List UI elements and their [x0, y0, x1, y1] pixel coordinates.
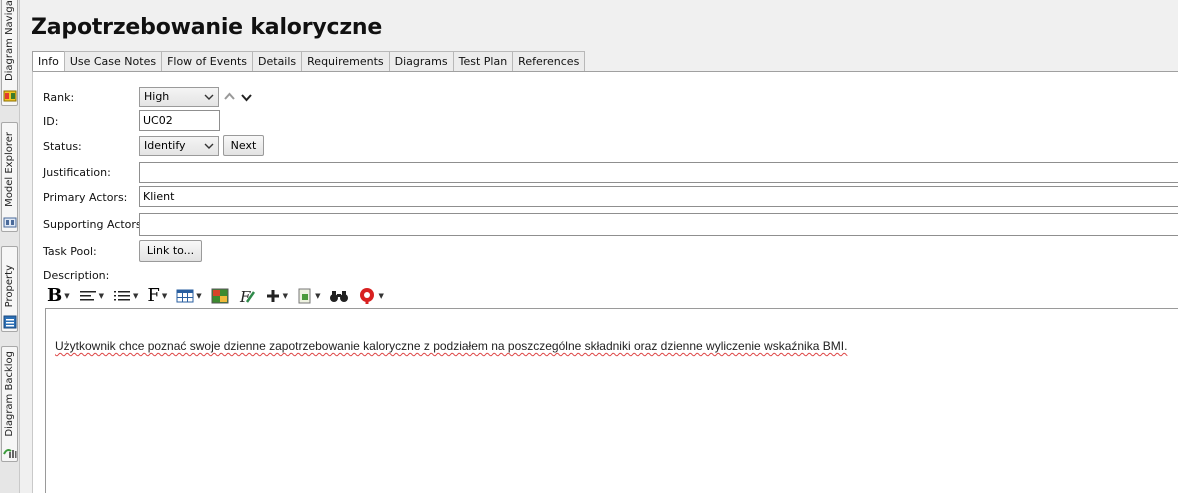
bold-button[interactable]: B ▼	[47, 285, 70, 307]
description-label: Description:	[43, 269, 110, 282]
tab-references[interactable]: References	[512, 51, 586, 71]
svg-text:F: F	[239, 288, 251, 304]
dock-tab-label: Property	[4, 264, 15, 307]
dock-tab-diagram-backlog[interactable]: Diagram Backlog	[1, 346, 18, 462]
page-title: Zapotrzebowanie kaloryczne	[31, 15, 383, 40]
spellcheck-button[interactable]: ▼	[358, 285, 384, 307]
supporting-actors-label: Supporting Actors:	[43, 218, 146, 231]
tab-details[interactable]: Details	[252, 51, 303, 71]
dock-tab-model-explorer[interactable]: Model Explorer	[1, 122, 18, 232]
primary-actors-label: Primary Actors:	[43, 191, 128, 204]
task-pool-label: Task Pool:	[43, 245, 97, 258]
property-icon	[3, 315, 17, 329]
justification-field[interactable]	[139, 162, 1178, 183]
dock-tab-property[interactable]: Property	[1, 246, 18, 332]
tab-flow-of-events[interactable]: Flow of Events	[161, 51, 254, 71]
info-panel: Rank: High ID: UC02 Status: Identify Nex…	[32, 71, 1178, 493]
chevron-down-icon	[204, 143, 214, 149]
align-icon	[79, 291, 96, 301]
tab-use-case-notes[interactable]: Use Case Notes	[63, 51, 163, 71]
rank-value: High	[144, 90, 170, 103]
dock-tab-label: Model Explorer	[4, 132, 15, 207]
image-button[interactable]	[211, 285, 229, 307]
format-painter-icon: F	[239, 288, 255, 304]
tab-requirements[interactable]: Requirements	[301, 51, 390, 71]
attach-icon	[298, 288, 311, 304]
next-button[interactable]: Next	[223, 135, 264, 156]
rank-up-icon[interactable]	[224, 92, 235, 101]
insert-button[interactable]: ▼	[265, 285, 288, 307]
supporting-actors-field[interactable]	[139, 213, 1178, 236]
dock-tab-label: Diagram Navigator	[4, 0, 15, 81]
status-label: Status:	[43, 140, 82, 153]
diagram-navigator-icon	[3, 90, 17, 102]
justification-label: Justification:	[43, 166, 111, 179]
description-text: Użytkownik chce poznać swoje dzienne zap…	[55, 339, 848, 353]
tab-test-plan[interactable]: Test Plan	[452, 51, 514, 71]
chevron-down-icon	[204, 94, 214, 100]
rank-label: Rank:	[43, 91, 75, 104]
tab-info[interactable]: Info	[32, 51, 65, 72]
model-explorer-icon	[3, 217, 17, 228]
list-button[interactable]: ▼	[113, 285, 138, 307]
description-editor[interactable]: Użytkownik chce poznać swoje dzienne zap…	[45, 308, 1178, 493]
status-select[interactable]: Identify	[139, 136, 219, 156]
bold-icon: B	[47, 285, 63, 306]
side-dock: Diagram Navigator Model Explorer Propert…	[0, 0, 20, 493]
find-button[interactable]	[329, 285, 349, 307]
editor-toolbar: B ▼ ▼ ▼ F ▼ ▼ F ▼ ▼ ▼	[47, 285, 393, 307]
spellcheck-icon	[360, 288, 375, 304]
id-field[interactable]: UC02	[139, 110, 220, 131]
tab-bar: Info Use Case Notes Flow of Events Detai…	[32, 51, 586, 72]
format-painter-button[interactable]: F	[238, 285, 256, 307]
align-button[interactable]: ▼	[79, 285, 104, 307]
table-icon	[176, 289, 194, 303]
font-button[interactable]: F ▼	[147, 285, 167, 307]
status-value: Identify	[144, 139, 186, 152]
primary-actors-field[interactable]: Klient	[139, 186, 1178, 207]
id-label: ID:	[43, 115, 59, 128]
image-icon	[211, 288, 229, 304]
font-icon: F	[147, 285, 160, 306]
tab-diagrams[interactable]: Diagrams	[388, 51, 454, 71]
find-icon	[330, 291, 349, 302]
table-button[interactable]: ▼	[176, 285, 202, 307]
list-icon	[114, 291, 130, 301]
insert-icon	[266, 290, 279, 302]
dock-tab-diagram-navigator[interactable]: Diagram Navigator	[1, 0, 18, 106]
rank-select[interactable]: High	[139, 87, 219, 107]
link-to-button[interactable]: Link to...	[139, 240, 202, 262]
rank-down-icon[interactable]	[241, 93, 252, 102]
attach-button[interactable]: ▼	[297, 285, 320, 307]
dock-tab-label: Diagram Backlog	[4, 351, 15, 437]
diagram-backlog-icon	[3, 449, 17, 458]
